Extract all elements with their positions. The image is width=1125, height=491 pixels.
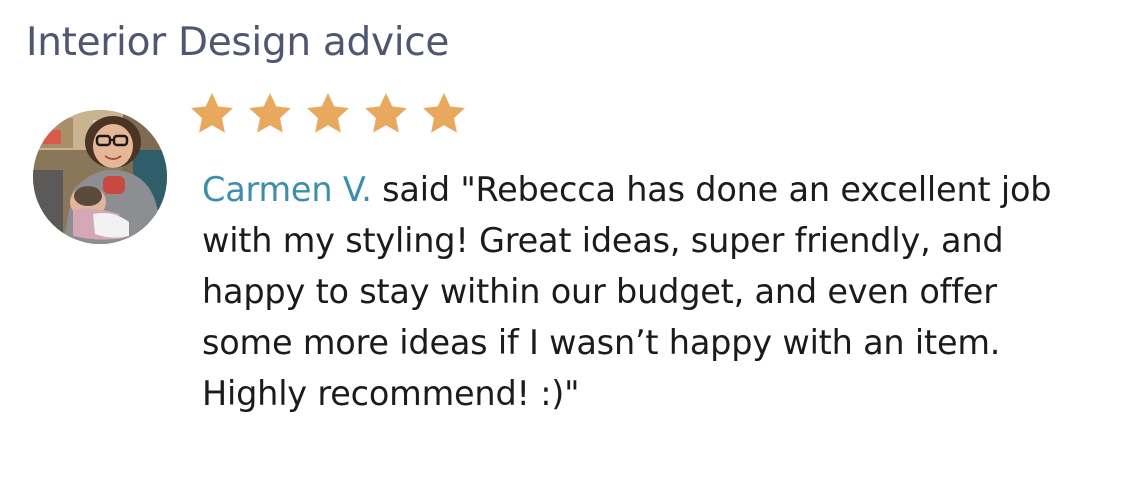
review-text: Carmen V. said "Rebecca has done an exce… (202, 164, 1082, 419)
star-icon (188, 90, 236, 138)
star-icon (246, 90, 294, 138)
section-title: Interior Design advice (26, 20, 450, 65)
reviewer-avatar (33, 110, 167, 244)
rating-stars (188, 90, 468, 138)
star-icon (304, 90, 352, 138)
star-icon (420, 90, 468, 138)
reviewer-name-link[interactable]: Carmen V. (202, 170, 372, 209)
star-icon (362, 90, 410, 138)
